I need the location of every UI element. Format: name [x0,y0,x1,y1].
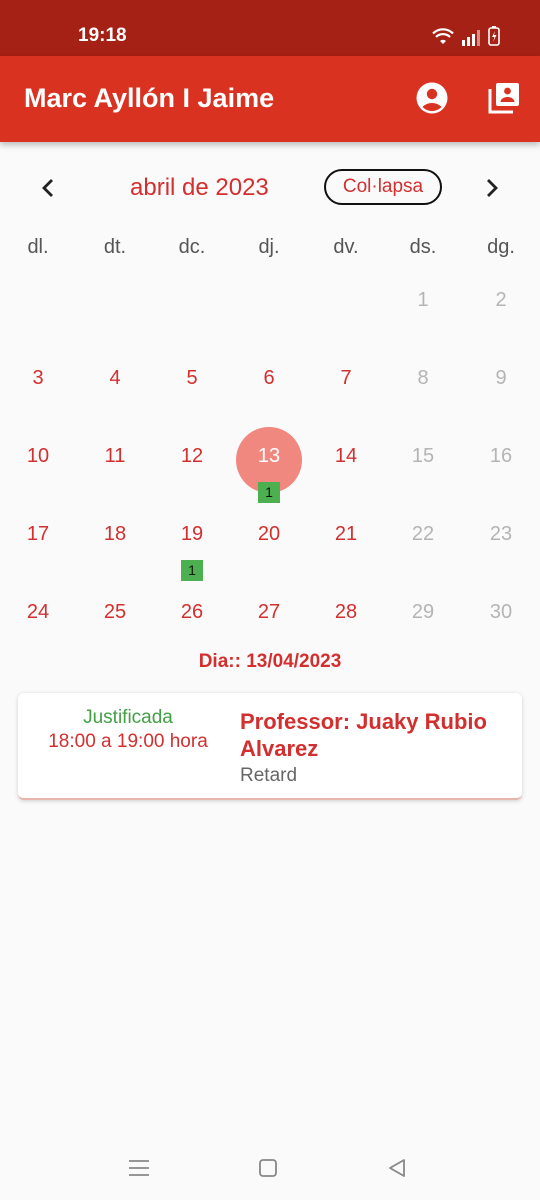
day-number: 22 [411,523,435,545]
calendar-day[interactable]: 9 [466,348,536,418]
weekday-row: dl. dt. dc. dj. dv. ds. dg. [0,236,540,264]
event-card[interactable]: Justificada 18:00 a 19:00 hora Professor… [18,693,522,800]
weekday-label: ds. [409,236,437,258]
day-number: 8 [417,367,429,389]
calendar-day[interactable]: 23 [466,504,536,574]
event-type: Retard [240,765,298,786]
weekday-label: dt. [103,236,127,258]
day-number: 18 [103,523,127,545]
day-number: 3 [32,367,44,389]
chevron-right-icon[interactable] [474,170,510,206]
calendar-day[interactable]: 17 [3,504,73,574]
calendar-day[interactable]: 7 [311,348,381,418]
calendar-day[interactable]: 25 [80,582,150,652]
calendar-day[interactable]: 14 [311,426,381,496]
calendar-day[interactable]: 30 [466,582,536,652]
day-number: 29 [411,601,435,623]
day-number: 11 [104,445,126,467]
weekday-label: dg. [487,236,515,258]
calendar-day[interactable]: 2 [466,270,536,340]
day-number: 14 [334,445,358,467]
day-number: 4 [109,367,121,389]
day-number: 13 [257,445,281,467]
calendar-grid: 1 2 3 4 5 6 7 8 9 10 11 12 13 1 14 15 16 17 18 19 1 20 21 22 23 2… [0,270,540,660]
calendar-day[interactable]: 3 [3,348,73,418]
day-number: 12 [180,445,204,467]
calendar-day[interactable]: 29 [388,582,458,652]
calendar-day[interactable]: 1 [388,270,458,340]
day-number: 10 [26,445,50,467]
menu-icon[interactable] [127,1156,151,1180]
selected-day-label: Dia:: 13/04/2023 [198,651,342,672]
day-number: 17 [26,523,50,545]
back-icon[interactable] [385,1156,409,1180]
library-books-icon[interactable] [486,80,522,116]
event-count-badge: 1 [258,482,280,503]
home-icon[interactable] [256,1156,280,1180]
weekday-label: dj. [258,236,280,258]
day-number: 9 [495,367,507,389]
day-number: 5 [186,367,198,389]
calendar-day[interactable]: 5 [157,348,227,418]
day-number: 2 [495,289,507,311]
weekday-label: dv. [333,236,359,258]
day-number: 21 [334,523,358,545]
calendar-day[interactable]: 18 [80,504,150,574]
status-time: 19:18 [78,25,127,46]
event-count-badge: 1 [181,560,203,581]
calendar-day[interactable]: 24 [3,582,73,652]
calendar-day[interactable]: 10 [3,426,73,496]
calendar-day[interactable]: 19 1 [157,504,227,581]
calendar-day[interactable]: 16 [466,426,536,496]
calendar-day-selected[interactable]: 13 1 [234,426,304,503]
day-number: 26 [180,601,204,623]
weekday-label: dl. [27,236,49,258]
day-number: 19 [180,523,204,545]
day-number: 16 [489,445,513,467]
day-number: 20 [257,523,281,545]
event-title: Professor: Juaky Rubio Alvarez [240,709,487,761]
calendar-day[interactable]: 28 [311,582,381,652]
day-number: 6 [263,367,275,389]
wifi-icon [432,28,454,51]
calendar-day[interactable]: 27 [234,582,304,652]
day-number: 24 [26,601,50,623]
calendar-header: abril de 2023 Col·lapsa [0,162,540,214]
event-status: Justificada [83,707,173,728]
calendar-day[interactable]: 8 [388,348,458,418]
student-name-title: Marc Ayllón I Jaime [24,83,275,113]
day-number: 7 [340,367,352,389]
calendar-day[interactable]: 20 [234,504,304,574]
calendar-day[interactable]: 26 [157,582,227,652]
day-number: 1 [417,289,429,311]
calendar-day[interactable]: 11 [80,426,150,496]
day-number: 27 [257,601,281,623]
day-number: 15 [411,445,435,467]
system-navigation-bar [0,1134,540,1200]
account-circle-icon[interactable] [414,80,450,116]
day-number: 28 [334,601,358,623]
calendar-day[interactable]: 4 [80,348,150,418]
month-title: abril de 2023 [130,174,269,201]
calendar-day[interactable]: 22 [388,504,458,574]
calendar-day[interactable]: 6 [234,348,304,418]
day-number: 23 [489,523,513,545]
battery-icon [488,26,500,51]
event-time: 18:00 a 19:00 hora [48,731,208,752]
calendar-day[interactable]: 21 [311,504,381,574]
weekday-label: dc. [178,236,206,258]
signal-icon [462,30,480,51]
collapse-button[interactable]: Col·lapsa [324,169,442,205]
status-bar: 19:18 [0,0,540,56]
day-number: 30 [489,601,513,623]
calendar-day[interactable]: 12 [157,426,227,496]
day-number: 25 [103,601,127,623]
status-icons [432,26,500,51]
chevron-left-icon[interactable] [30,170,66,206]
calendar-day[interactable]: 15 [388,426,458,496]
app-bar: Marc Ayllón I Jaime [0,56,540,142]
